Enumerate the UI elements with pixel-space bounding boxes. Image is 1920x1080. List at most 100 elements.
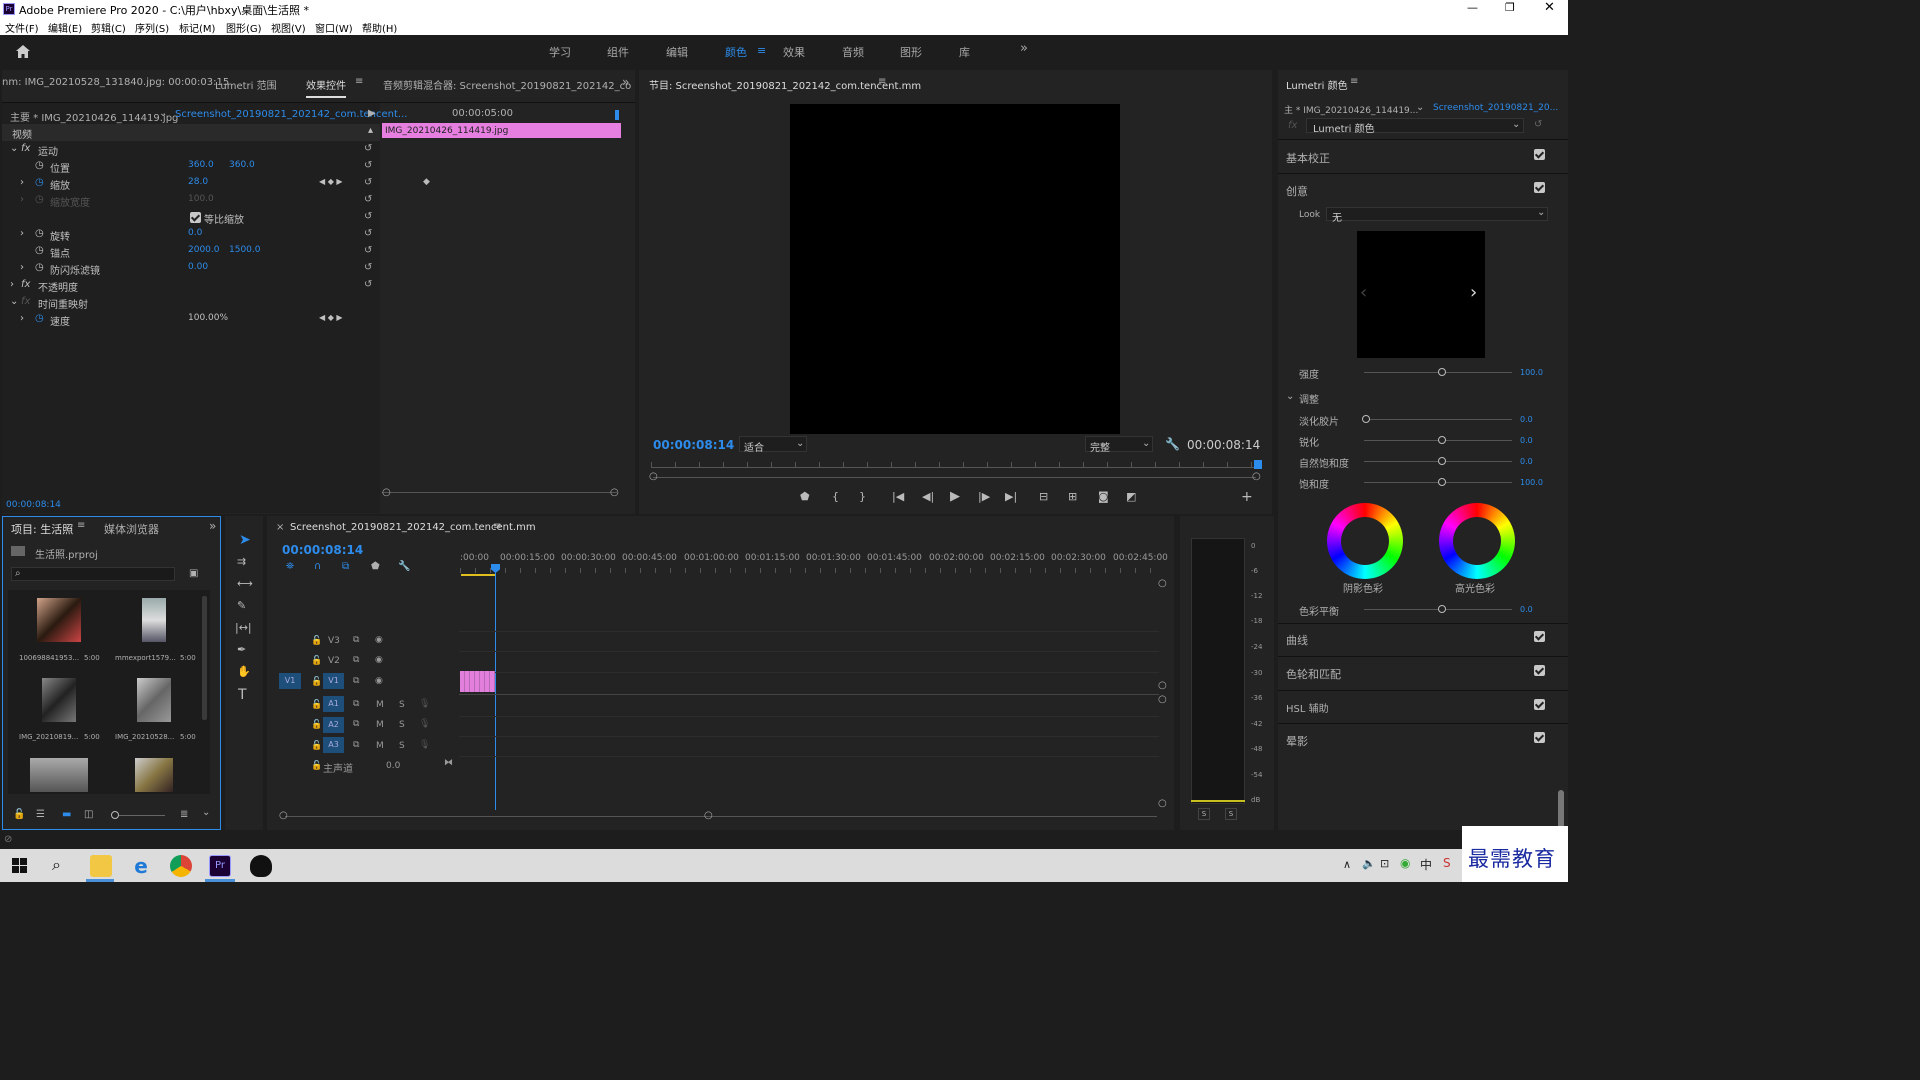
workspace-libraries[interactable]: 库 bbox=[959, 44, 970, 60]
zoom-handle-right[interactable]: ○ bbox=[704, 810, 713, 821]
lock-icon[interactable]: 🔓 bbox=[311, 741, 322, 751]
ec-timecode[interactable]: 00:00:08:14 bbox=[6, 500, 61, 510]
qq-icon[interactable] bbox=[250, 855, 272, 877]
keyframe-icon[interactable]: ◆ bbox=[423, 177, 430, 187]
workspace-color[interactable]: 颜色 bbox=[725, 44, 747, 60]
reset-icon[interactable]: ↺ bbox=[364, 177, 374, 188]
track-select-tool-icon[interactable]: ⇉ bbox=[237, 555, 246, 568]
close-tab-icon[interactable]: × bbox=[276, 522, 284, 533]
saturation-slider[interactable] bbox=[1364, 478, 1512, 486]
mute-button[interactable]: M bbox=[376, 741, 384, 751]
hand-tool-icon[interactable]: ✋ bbox=[237, 665, 251, 678]
lock-icon[interactable]: 🔓 bbox=[311, 761, 322, 771]
microphone-icon[interactable]: 🎙 bbox=[419, 719, 430, 729]
stopwatch-active-icon[interactable]: ◷ bbox=[35, 313, 44, 324]
timeline-timecode[interactable]: 00:00:08:14 bbox=[282, 543, 363, 557]
program-video-frame[interactable] bbox=[790, 104, 1120, 434]
menu-help[interactable]: 帮助(H) bbox=[362, 20, 397, 35]
sharpen-value[interactable]: 0.0 bbox=[1520, 436, 1533, 445]
look-preview[interactable] bbox=[1357, 231, 1485, 358]
track-label-a1[interactable]: A1 bbox=[323, 696, 344, 712]
chevron-down-icon[interactable]: ⌄ bbox=[202, 807, 210, 818]
lock-icon[interactable]: 🔓 bbox=[311, 636, 322, 646]
tint-balance-value[interactable]: 0.0 bbox=[1520, 605, 1533, 614]
track-label-v3[interactable]: V3 bbox=[328, 636, 340, 646]
ec-clip-bar[interactable]: IMG_20210426_114419.jpg bbox=[382, 123, 621, 138]
fit-dropdown[interactable]: 适合 ⌄ bbox=[739, 436, 807, 454]
track-label-a2[interactable]: A2 bbox=[323, 717, 344, 733]
stopwatch-icon[interactable]: ◷ bbox=[35, 194, 44, 205]
workspace-learning[interactable]: 学习 bbox=[549, 44, 571, 60]
go-to-end-icon[interactable]: ⧓ bbox=[444, 758, 453, 768]
search-icon[interactable]: ⌕ bbox=[52, 855, 61, 875]
slider-knob[interactable] bbox=[1438, 605, 1446, 613]
thumbnail-size-slider[interactable] bbox=[111, 811, 165, 819]
new-bin-icon[interactable]: ▣ bbox=[189, 568, 198, 579]
a-zoom-handle-top[interactable]: ○ bbox=[1158, 694, 1167, 705]
tab-lumetri-scopes[interactable]: Lumetri 范围 bbox=[215, 77, 277, 92]
network-icon[interactable]: ⊡ bbox=[1380, 857, 1389, 870]
keyframe-nav-icon[interactable]: ◀ ◆ ▶ bbox=[319, 313, 343, 322]
track-label-a3[interactable]: A3 bbox=[323, 737, 344, 753]
volume-icon[interactable]: 🔈 bbox=[1362, 857, 1376, 870]
chevron-down-icon[interactable]: ⌄ bbox=[1416, 102, 1424, 113]
work-area-bar[interactable] bbox=[461, 574, 495, 576]
saturation-value[interactable]: 100.0 bbox=[1520, 478, 1543, 487]
collapse-icon[interactable]: ⌄ bbox=[10, 143, 18, 154]
panel-menu-icon[interactable]: ≡ bbox=[355, 76, 363, 87]
step-forward-icon[interactable]: |▶ bbox=[978, 490, 990, 503]
step-back-icon[interactable]: ◀| bbox=[922, 490, 934, 503]
lock-icon[interactable]: 🔓 bbox=[311, 720, 322, 730]
tab-project[interactable]: 项目: 生活照 bbox=[11, 521, 73, 537]
export-frame-icon[interactable]: ◙ bbox=[1098, 490, 1109, 503]
speed-value[interactable]: 100.00% bbox=[188, 313, 228, 323]
lumetri-clip-label[interactable]: Screenshot_20190821_20... bbox=[1433, 103, 1558, 113]
home-icon[interactable] bbox=[15, 44, 31, 59]
premiere-taskbar-icon[interactable]: Pr bbox=[209, 855, 231, 877]
wrench-icon[interactable]: 🔧 bbox=[398, 561, 410, 572]
menu-sequence[interactable]: 序列(S) bbox=[135, 20, 169, 35]
faded-film-slider[interactable] bbox=[1362, 415, 1512, 423]
ec-zoom-bar[interactable] bbox=[382, 492, 617, 493]
list-view-icon[interactable]: ☰ bbox=[36, 809, 45, 820]
pen-tool-icon[interactable]: ✒ bbox=[237, 643, 246, 656]
reset-icon[interactable]: ↺ bbox=[364, 211, 374, 222]
thumbnail-4[interactable] bbox=[137, 678, 171, 722]
sort-icon[interactable]: ≣ bbox=[180, 809, 188, 820]
project-search-input[interactable]: ⌕ bbox=[11, 567, 175, 581]
program-current-timecode[interactable]: 00:00:08:14 bbox=[653, 438, 734, 452]
windows-start-icon[interactable] bbox=[12, 858, 27, 873]
wrench-icon[interactable]: 🔧 bbox=[1165, 437, 1180, 451]
slider-knob[interactable] bbox=[111, 811, 119, 819]
mark-out-icon[interactable]: } bbox=[859, 490, 866, 503]
reset-icon[interactable]: ↺ bbox=[364, 160, 374, 171]
thumbnail-1[interactable] bbox=[37, 598, 81, 642]
sync-lock-icon[interactable]: ⧉ bbox=[353, 719, 359, 729]
thumbnail-2[interactable] bbox=[142, 598, 166, 642]
scroll-up-icon[interactable]: ▴ bbox=[368, 125, 373, 136]
chevron-right-icon[interactable]: › bbox=[1470, 282, 1477, 303]
collapse-icon[interactable]: ⌄ bbox=[10, 296, 18, 307]
v-zoom-handle-top[interactable]: ○ bbox=[1158, 578, 1167, 589]
anchor-y-value[interactable]: 1500.0 bbox=[229, 245, 261, 255]
lock-icon[interactable]: 🔓 bbox=[13, 809, 25, 820]
v-zoom-handle-bottom[interactable]: ○ bbox=[1158, 680, 1167, 691]
v1-clip[interactable] bbox=[460, 671, 495, 692]
menu-window[interactable]: 窗口(W) bbox=[315, 20, 353, 35]
menu-graphics[interactable]: 图形(G) bbox=[226, 20, 262, 35]
slider-knob[interactable] bbox=[1362, 415, 1370, 423]
creative-section[interactable]: 创意 bbox=[1286, 183, 1308, 199]
menu-file[interactable]: 文件(F) bbox=[5, 20, 39, 35]
tint-balance-slider[interactable] bbox=[1364, 605, 1512, 613]
stopwatch-icon[interactable]: ◷ bbox=[35, 160, 44, 171]
reset-icon[interactable]: ↺ bbox=[364, 279, 374, 290]
play-icon[interactable]: ▶ bbox=[950, 489, 960, 504]
vibrance-slider[interactable] bbox=[1364, 457, 1512, 465]
go-to-in-icon[interactable]: |◀ bbox=[892, 490, 904, 503]
sync-lock-icon[interactable]: ⧉ bbox=[353, 635, 359, 645]
workspace-effects[interactable]: 效果 bbox=[783, 44, 805, 60]
eye-icon[interactable]: ◉ bbox=[375, 635, 383, 645]
intensity-value[interactable]: 100.0 bbox=[1520, 368, 1543, 377]
chevron-down-icon[interactable]: ⌄ bbox=[159, 108, 167, 119]
button-editor-add-icon[interactable]: + bbox=[1241, 489, 1253, 505]
